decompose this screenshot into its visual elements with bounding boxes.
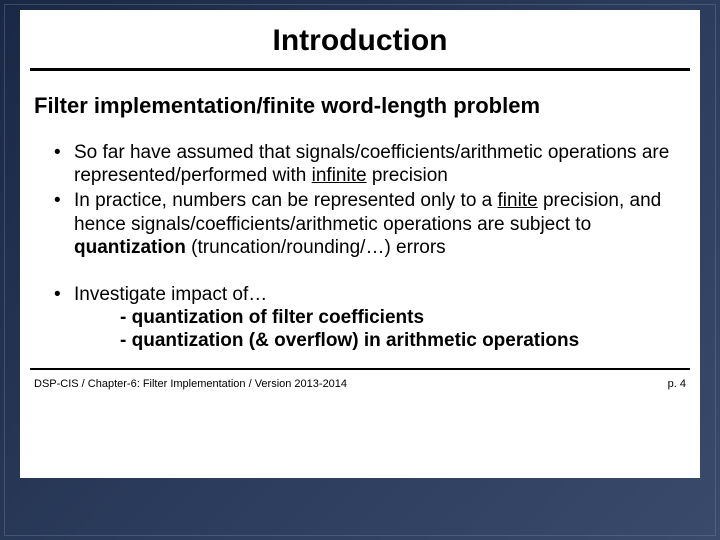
content-box: Introduction Filter implementation/finit… <box>20 10 700 478</box>
subtitle: Filter implementation/finite word-length… <box>20 93 700 119</box>
bullet-2-underline: finite <box>498 190 538 211</box>
page-number: p. 4 <box>668 378 686 390</box>
footer: DSP-CIS / Chapter-6: Filter Implementati… <box>20 378 700 390</box>
bullet-list-2: Investigate impact of… - quantization of… <box>20 283 700 353</box>
bullet-2-text-a: In practice, numbers can be represented … <box>74 190 498 211</box>
sub-line-1: - quantization of filter coefficients <box>74 306 682 329</box>
footer-left: DSP-CIS / Chapter-6: Filter Implementati… <box>34 378 347 390</box>
footer-divider <box>30 368 690 370</box>
slide-title: Introduction <box>20 24 700 58</box>
bullet-3: Investigate impact of… - quantization of… <box>54 283 682 353</box>
bullet-1: So far have assumed that signals/coeffic… <box>54 141 682 187</box>
bullet-list: So far have assumed that signals/coeffic… <box>20 141 700 259</box>
bullet-2-bold: quantization <box>74 237 186 258</box>
spacer <box>20 261 700 283</box>
bullet-2-text-e: (truncation/rounding/…) errors <box>186 237 446 258</box>
title-divider <box>30 68 690 71</box>
bullet-1-text-c: precision <box>367 165 448 186</box>
slide: Introduction Filter implementation/finit… <box>0 0 720 540</box>
bullet-3-text: Investigate impact of… <box>74 284 267 305</box>
bullet-1-underline: infinite <box>312 165 367 186</box>
sub-line-2: - quantization (& overflow) in arithmeti… <box>74 329 682 352</box>
bullet-2: In practice, numbers can be represented … <box>54 189 682 259</box>
